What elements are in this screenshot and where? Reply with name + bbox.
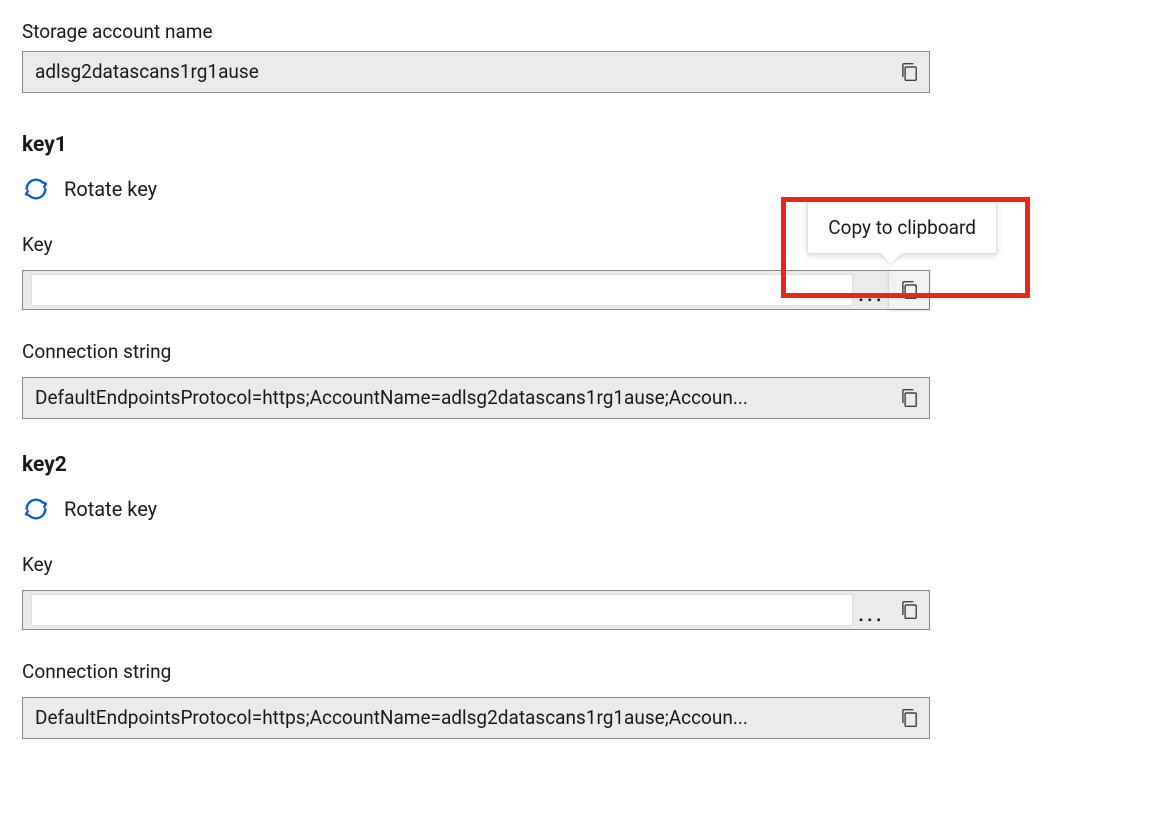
rotate-key2-label: Rotate key bbox=[64, 497, 157, 521]
copy-icon bbox=[900, 280, 918, 300]
rotate-icon bbox=[22, 175, 50, 203]
key2-conn-label: Connection string bbox=[22, 660, 1142, 683]
key2-key-label: Key bbox=[22, 553, 1142, 576]
key1-heading: key1 bbox=[22, 133, 1142, 157]
copy-storage-account-name-button[interactable] bbox=[889, 52, 929, 92]
key2-key-value[interactable] bbox=[31, 594, 853, 626]
key1-show-button[interactable]: ... bbox=[853, 271, 889, 309]
copy-tooltip: Copy to clipboard bbox=[807, 201, 997, 254]
copy-icon bbox=[900, 708, 918, 728]
copy-key1-button[interactable] bbox=[889, 271, 929, 309]
copy-key2-button[interactable] bbox=[889, 591, 929, 629]
key2-conn-value[interactable]: DefaultEndpointsProtocol=https;AccountNa… bbox=[23, 698, 889, 738]
copy-icon bbox=[900, 388, 918, 408]
key1-conn-value[interactable]: DefaultEndpointsProtocol=https;AccountNa… bbox=[23, 378, 889, 418]
rotate-key1-label: Rotate key bbox=[64, 177, 157, 201]
copy-key1-conn-button[interactable] bbox=[889, 378, 929, 418]
key1-key-value[interactable] bbox=[31, 274, 853, 306]
key2-conn-field: DefaultEndpointsProtocol=https;AccountNa… bbox=[22, 697, 930, 739]
copy-icon bbox=[900, 600, 918, 620]
key1-conn-label: Connection string bbox=[22, 340, 1142, 363]
storage-account-name-label: Storage account name bbox=[22, 20, 1142, 43]
copy-key2-conn-button[interactable] bbox=[889, 698, 929, 738]
storage-account-name-field: adlsg2datascans1rg1ause bbox=[22, 51, 930, 93]
key1-key-field: ... Copy to clipboard bbox=[22, 270, 930, 310]
storage-account-name-value[interactable]: adlsg2datascans1rg1ause bbox=[23, 52, 889, 92]
key2-show-button[interactable]: ... bbox=[853, 591, 889, 629]
key2-heading: key2 bbox=[22, 453, 1142, 477]
key2-key-field: ... bbox=[22, 590, 930, 630]
key1-conn-field: DefaultEndpointsProtocol=https;AccountNa… bbox=[22, 377, 930, 419]
rotate-key2-button[interactable]: Rotate key bbox=[22, 495, 1142, 523]
rotate-key1-button[interactable]: Rotate key bbox=[22, 175, 1142, 203]
rotate-icon bbox=[22, 495, 50, 523]
copy-icon bbox=[900, 62, 918, 82]
access-keys-panel: Storage account name adlsg2datascans1rg1… bbox=[0, 0, 1164, 779]
copy-tooltip-anchor: Copy to clipboard bbox=[807, 201, 997, 254]
